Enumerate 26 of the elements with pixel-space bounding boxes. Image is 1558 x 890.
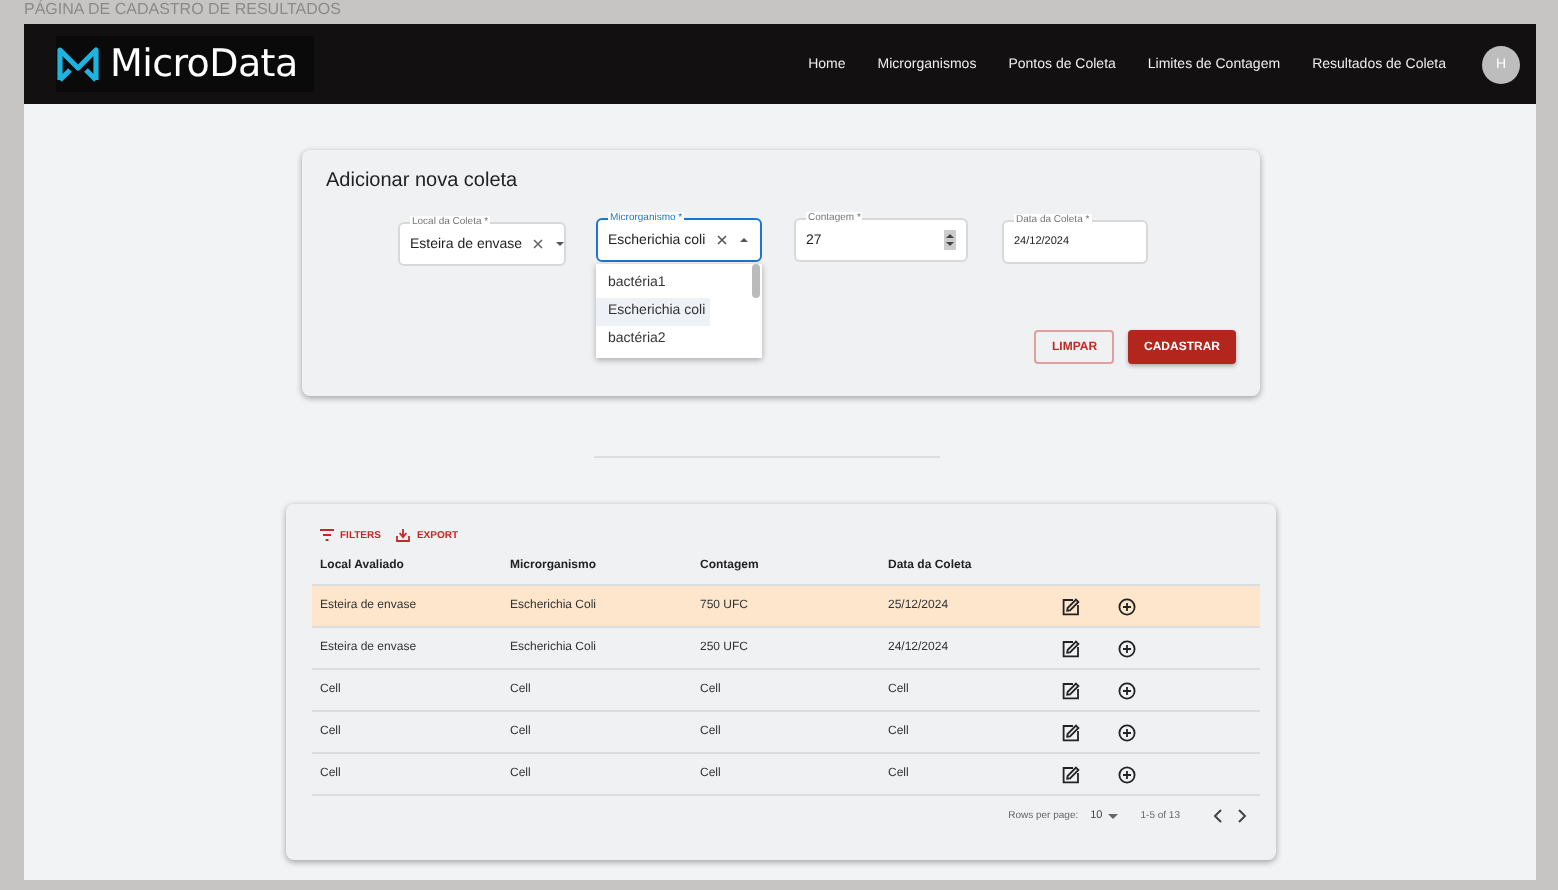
next-page-icon[interactable] [1236,808,1248,824]
caret-icon [1108,812,1119,820]
caret-icon[interactable] [554,238,567,250]
page-title: PÁGINA DE CADASTRO DE RESULTADOS [24,0,341,22]
edit-icon[interactable] [1062,639,1080,657]
brand-logo[interactable]: MicroData [56,36,314,92]
filter-icon [320,528,334,542]
edit-icon[interactable] [1062,681,1080,699]
clear-icon[interactable] [716,234,728,246]
add-circle-icon[interactable] [1118,597,1136,615]
edit-icon[interactable] [1062,597,1080,615]
m-logo-icon [56,44,100,84]
previous-page-icon[interactable] [1212,808,1224,824]
add-circle-icon[interactable] [1118,723,1136,741]
caret-icon[interactable] [738,234,750,246]
clear-icon[interactable] [532,238,545,250]
scrollbar[interactable] [752,264,760,298]
edit-icon[interactable] [1062,765,1080,783]
download-icon [396,528,411,542]
edit-icon[interactable] [1062,723,1080,741]
spinner-icon[interactable] [944,230,956,250]
add-circle-icon[interactable] [1118,765,1136,783]
add-circle-icon[interactable] [1118,681,1136,699]
form-title: Adicionar nova coleta [326,170,520,192]
add-circle-icon[interactable] [1118,639,1136,657]
brand-name: MicroData [110,42,298,86]
